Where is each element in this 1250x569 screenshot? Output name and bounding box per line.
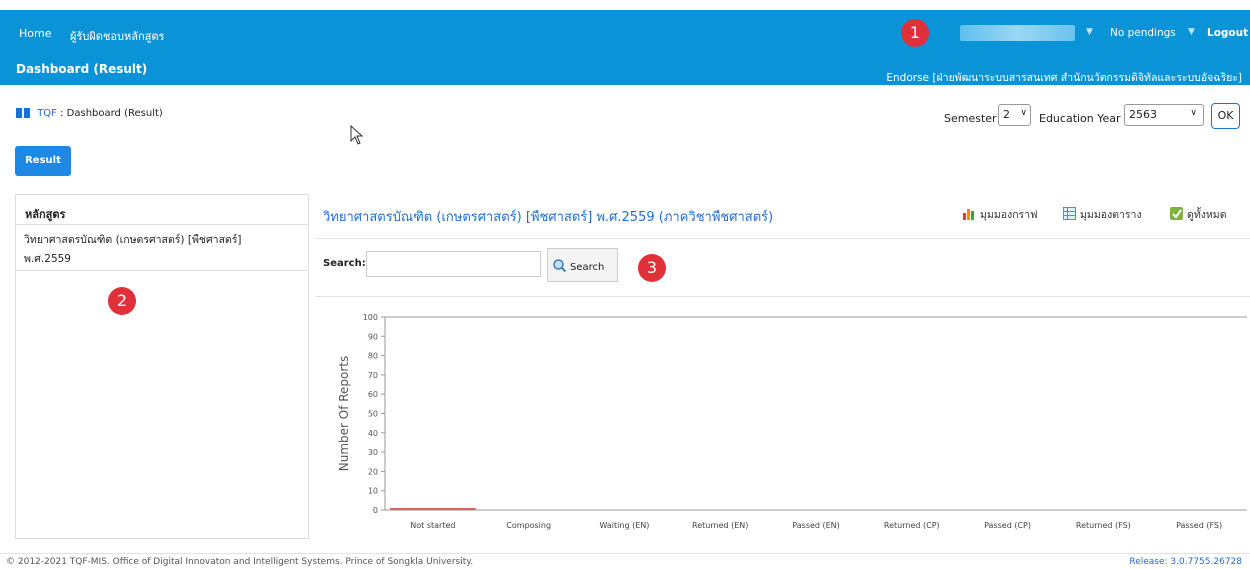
y-tick-label: 20 — [368, 467, 378, 476]
search-input[interactable] — [366, 251, 541, 277]
chevron-down-icon: ∨ — [1190, 108, 1197, 118]
table-view-link[interactable]: มุมมองตาราง — [1063, 206, 1142, 223]
x-tick-label: Returned (FS) — [1076, 521, 1131, 530]
chart-area: 0 10 20 30 40 50 60 70 80 90 100 Number Of Reports N… — [315, 296, 1250, 543]
chart-bar — [390, 508, 476, 510]
y-tick-label: 50 — [368, 410, 378, 419]
footer: © 2012-2021 TQF-MIS. Office of Digital I… — [0, 553, 1250, 569]
education-year-select[interactable]: 2563 ∨ — [1124, 104, 1204, 126]
logout-link[interactable]: Logout — [1207, 27, 1248, 39]
title-divider — [315, 238, 1250, 239]
curriculum-panel: หลักสูตร วิทยาศาสตรบัณฑิต (เกษตรศาสตร์) … — [15, 194, 309, 539]
table-icon — [1063, 207, 1076, 220]
breadcrumb-separator: : — [56, 108, 67, 119]
page-title: Dashboard (Result) — [16, 62, 148, 76]
book-icon — [16, 108, 30, 118]
search-button-label: Search — [570, 262, 605, 273]
curriculum-panel-header: หลักสูตร — [16, 195, 308, 225]
view-all-label: ดูทั้งหมด — [1187, 209, 1227, 221]
view-all-link[interactable]: ดูทั้งหมด — [1170, 206, 1227, 223]
footer-release: Release: 3.0.7755.26728 — [1129, 557, 1242, 567]
y-tick-label: 0 — [373, 506, 378, 515]
x-tick-label: Waiting (EN) — [600, 521, 650, 530]
pendings-link[interactable]: No pendings — [1110, 27, 1176, 39]
semester-select[interactable]: 2 ∨ — [998, 104, 1031, 126]
semester-label: Semester — [944, 112, 997, 125]
footer-copyright: © 2012-2021 TQF-MIS. Office of Digital I… — [6, 557, 474, 567]
view-all-icon — [1170, 207, 1183, 220]
table-view-label: มุมมองตาราง — [1080, 209, 1142, 221]
x-tick-label: Passed (EN) — [792, 521, 840, 530]
y-tick-label: 90 — [368, 332, 378, 341]
annotation-marker-3: 3 — [638, 254, 666, 282]
endorse-role: Endorse [ฝ่ายพัฒนาระบบสารสนเทศ สำนักนวัต… — [886, 72, 1242, 84]
y-tick-label: 70 — [368, 371, 378, 380]
education-year-value: 2563 — [1129, 108, 1157, 121]
user-dropdown-icon[interactable]: ▼ — [1086, 27, 1093, 37]
breadcrumb: TQF : Dashboard (Result) — [16, 108, 163, 119]
search-icon — [553, 259, 567, 273]
x-tick-label: Returned (CP) — [884, 521, 940, 530]
curriculum-list-item[interactable]: วิทยาศาสตรบัณฑิต (เกษตรศาสตร์) [พืชศาสตร… — [16, 225, 308, 271]
y-tick-label: 10 — [368, 487, 378, 496]
x-tick-label: Not started — [410, 521, 455, 530]
y-tick-label: 30 — [368, 448, 378, 457]
nav-home-link[interactable]: Home — [19, 27, 51, 40]
breadcrumb-current: Dashboard (Result) — [66, 108, 163, 119]
x-tick-label: Returned (EN) — [692, 521, 748, 530]
x-tick-label: Passed (CP) — [984, 521, 1031, 530]
nav-curriculum-link[interactable]: ผู้รับผิดชอบหลักสูตร — [70, 27, 164, 45]
education-year-label: Education Year — [1039, 112, 1121, 125]
chevron-down-icon: ∨ — [1020, 108, 1027, 118]
curriculum-item-name: วิทยาศาสตรบัณฑิต (เกษตรศาสตร์) [พืชศาสตร… — [24, 234, 242, 246]
x-tick-label: Composing — [506, 521, 551, 530]
y-tick-label: 60 — [368, 390, 378, 399]
bar-chart-icon — [963, 207, 976, 220]
curriculum-item-year: พ.ศ.2559 — [24, 253, 71, 265]
x-tick-label: Passed (FS) — [1176, 521, 1222, 530]
graph-view-link[interactable]: มุมมองกราฟ — [963, 206, 1038, 223]
top-strip — [0, 0, 1250, 10]
graph-view-label: มุมมองกราฟ — [980, 209, 1038, 221]
curriculum-title: วิทยาศาสตรบัณฑิต (เกษตรศาสตร์) [พืชศาสตร… — [323, 210, 774, 225]
y-tick-label: 40 — [368, 429, 378, 438]
search-button[interactable]: Search — [547, 248, 618, 282]
annotation-marker-2: 2 — [108, 287, 136, 315]
mouse-cursor-icon — [350, 125, 364, 145]
annotation-marker-1: 1 — [901, 19, 929, 47]
search-label: Search: — [323, 258, 366, 269]
y-tick-label: 80 — [368, 352, 378, 361]
report-status-chart: 0 10 20 30 40 50 60 70 80 90 100 Number Of Reports N… — [337, 313, 1247, 530]
pendings-dropdown-icon[interactable]: ▼ — [1188, 27, 1195, 37]
semester-value: 2 — [1003, 108, 1010, 121]
ok-button[interactable]: OK — [1211, 103, 1240, 129]
user-name-blurred[interactable] — [960, 25, 1075, 41]
y-axis-label: Number Of Reports — [337, 356, 351, 472]
result-button[interactable]: Result — [15, 146, 71, 176]
breadcrumb-root-link[interactable]: TQF — [37, 108, 57, 119]
y-tick-label: 100 — [363, 313, 378, 322]
